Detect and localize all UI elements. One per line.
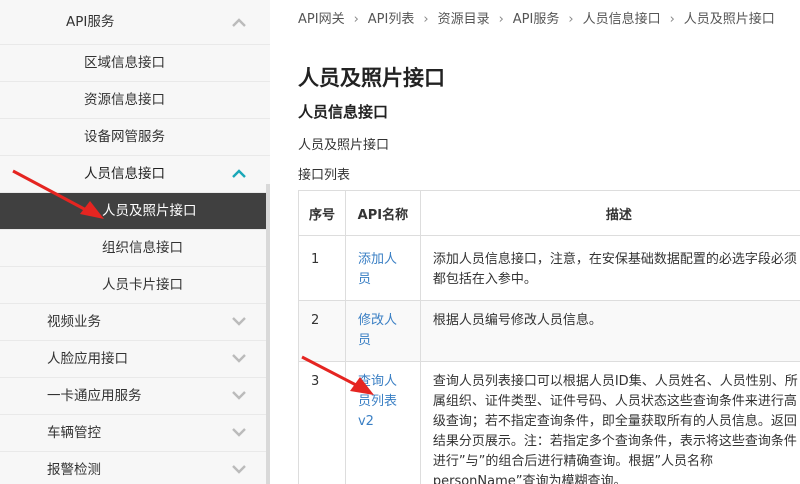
- api-description: 添加人员信息接口，注意，在安保基础数据配置的必选字段必须都包括在入参中。: [419, 235, 800, 301]
- sidebar-item-label: 视频业务: [47, 314, 101, 330]
- sidebar-item-org-api[interactable]: 组织信息接口: [0, 230, 270, 267]
- api-link[interactable]: 查询人员列表v2: [358, 374, 397, 429]
- chevron-down-icon: [232, 341, 248, 378]
- breadcrumb-separator: ›: [353, 12, 359, 27]
- sidebar-scrollbar[interactable]: [266, 184, 270, 484]
- sidebar-item-person-card-api[interactable]: 人员卡片接口: [0, 267, 270, 304]
- sidebar-item-label: 资源信息接口: [84, 92, 165, 108]
- sidebar-item-label: API服务: [66, 14, 115, 30]
- page-title: 人员及照片接口: [298, 66, 445, 90]
- row-number: 1: [298, 235, 346, 301]
- api-link[interactable]: 添加人员: [358, 252, 397, 287]
- row-number: 3: [298, 361, 346, 484]
- sidebar-item-label: 人脸应用接口: [47, 351, 128, 367]
- section-description: 人员及照片接口: [298, 138, 390, 153]
- sidebar-item-label: 人员信息接口: [84, 166, 165, 182]
- sidebar-item-person-api[interactable]: 人员信息接口: [0, 156, 270, 193]
- breadcrumb-item[interactable]: 资源目录: [438, 12, 490, 27]
- sidebar-item-card-service[interactable]: 一卡通应用服务: [0, 378, 270, 415]
- breadcrumb-item: 人员及照片接口: [683, 12, 775, 27]
- api-description: 根据人员编号修改人员信息。: [419, 300, 800, 362]
- sidebar-item-face-app[interactable]: 人脸应用接口: [0, 341, 270, 378]
- chevron-up-icon: [232, 0, 248, 45]
- breadcrumb-separator: ›: [498, 12, 504, 27]
- row-number: 2: [298, 300, 346, 362]
- breadcrumb-item[interactable]: API网关: [298, 12, 345, 27]
- sidebar-nav: API服务 区域信息接口 资源信息接口 设备网管服务 人员信息接口 人员及照片接…: [0, 0, 270, 484]
- column-header-name: API名称: [344, 190, 421, 236]
- api-description: 查询人员列表接口可以根据人员ID集、人员姓名、人员性别、所属组织、证件类型、证件…: [419, 361, 800, 484]
- sidebar-item-api-service[interactable]: API服务: [0, 0, 270, 45]
- breadcrumb: API网关 › API列表 › 资源目录 › API服务 › 人员信息接口 › 人员及照片接口: [298, 8, 775, 27]
- column-header-no: 序号: [298, 190, 346, 236]
- breadcrumb-separator: ›: [423, 12, 429, 27]
- sidebar-item-label: 车辆管控: [47, 425, 101, 441]
- table-row: 3 查询人员列表v2 查询人员列表接口可以根据人员ID集、人员姓名、人员性别、所…: [298, 361, 800, 484]
- chevron-down-icon: [232, 415, 248, 452]
- sidebar-item-label: 一卡通应用服务: [47, 388, 142, 404]
- table-row: 2 修改人员 根据人员编号修改人员信息。: [298, 300, 800, 362]
- api-table: 序号 API名称 描述 1 添加人员 添加人员信息接口，注意，在安保基础数据配置…: [298, 190, 800, 484]
- sidebar-item-resource-api[interactable]: 资源信息接口: [0, 82, 270, 119]
- sidebar-item-label: 区域信息接口: [84, 55, 165, 71]
- sidebar-item-label: 报警检测: [47, 462, 101, 478]
- sidebar-item-person-photo-api[interactable]: 人员及照片接口: [0, 193, 270, 230]
- sidebar-item-label: 设备网管服务: [84, 129, 165, 145]
- chevron-up-icon: [232, 156, 248, 193]
- table-header-row: 序号 API名称 描述: [298, 190, 800, 236]
- chevron-down-icon: [232, 452, 248, 484]
- sidebar-item-label: 人员卡片接口: [102, 277, 183, 293]
- page: API服务 区域信息接口 资源信息接口 设备网管服务 人员信息接口 人员及照片接…: [0, 0, 800, 484]
- sidebar-item-region-api[interactable]: 区域信息接口: [0, 45, 270, 82]
- api-list-title: 接口列表: [298, 168, 351, 183]
- chevron-down-icon: [232, 304, 248, 341]
- sidebar-item-device-network[interactable]: 设备网管服务: [0, 119, 270, 156]
- sidebar-item-vehicle[interactable]: 车辆管控: [0, 415, 270, 452]
- chevron-down-icon: [232, 378, 248, 415]
- sidebar-item-video[interactable]: 视频业务: [0, 304, 270, 341]
- breadcrumb-item[interactable]: API服务: [513, 12, 560, 27]
- table-row: 1 添加人员 添加人员信息接口，注意，在安保基础数据配置的必选字段必须都包括在入…: [298, 235, 800, 301]
- api-link[interactable]: 修改人员: [358, 313, 397, 348]
- breadcrumb-item[interactable]: 人员信息接口: [583, 12, 661, 27]
- sidebar-item-label: 组织信息接口: [102, 240, 183, 256]
- breadcrumb-separator: ›: [669, 12, 675, 27]
- column-header-desc: 描述: [419, 190, 800, 236]
- breadcrumb-separator: ›: [568, 12, 574, 27]
- sidebar-item-alarm[interactable]: 报警检测: [0, 452, 270, 484]
- main-content: API网关 › API列表 › 资源目录 › API服务 › 人员信息接口 › 人员及照片接口 人员…: [282, 0, 800, 484]
- breadcrumb-item[interactable]: API列表: [368, 12, 415, 27]
- section-title: 人员信息接口: [298, 103, 389, 121]
- sidebar-item-label: 人员及照片接口: [102, 203, 197, 219]
